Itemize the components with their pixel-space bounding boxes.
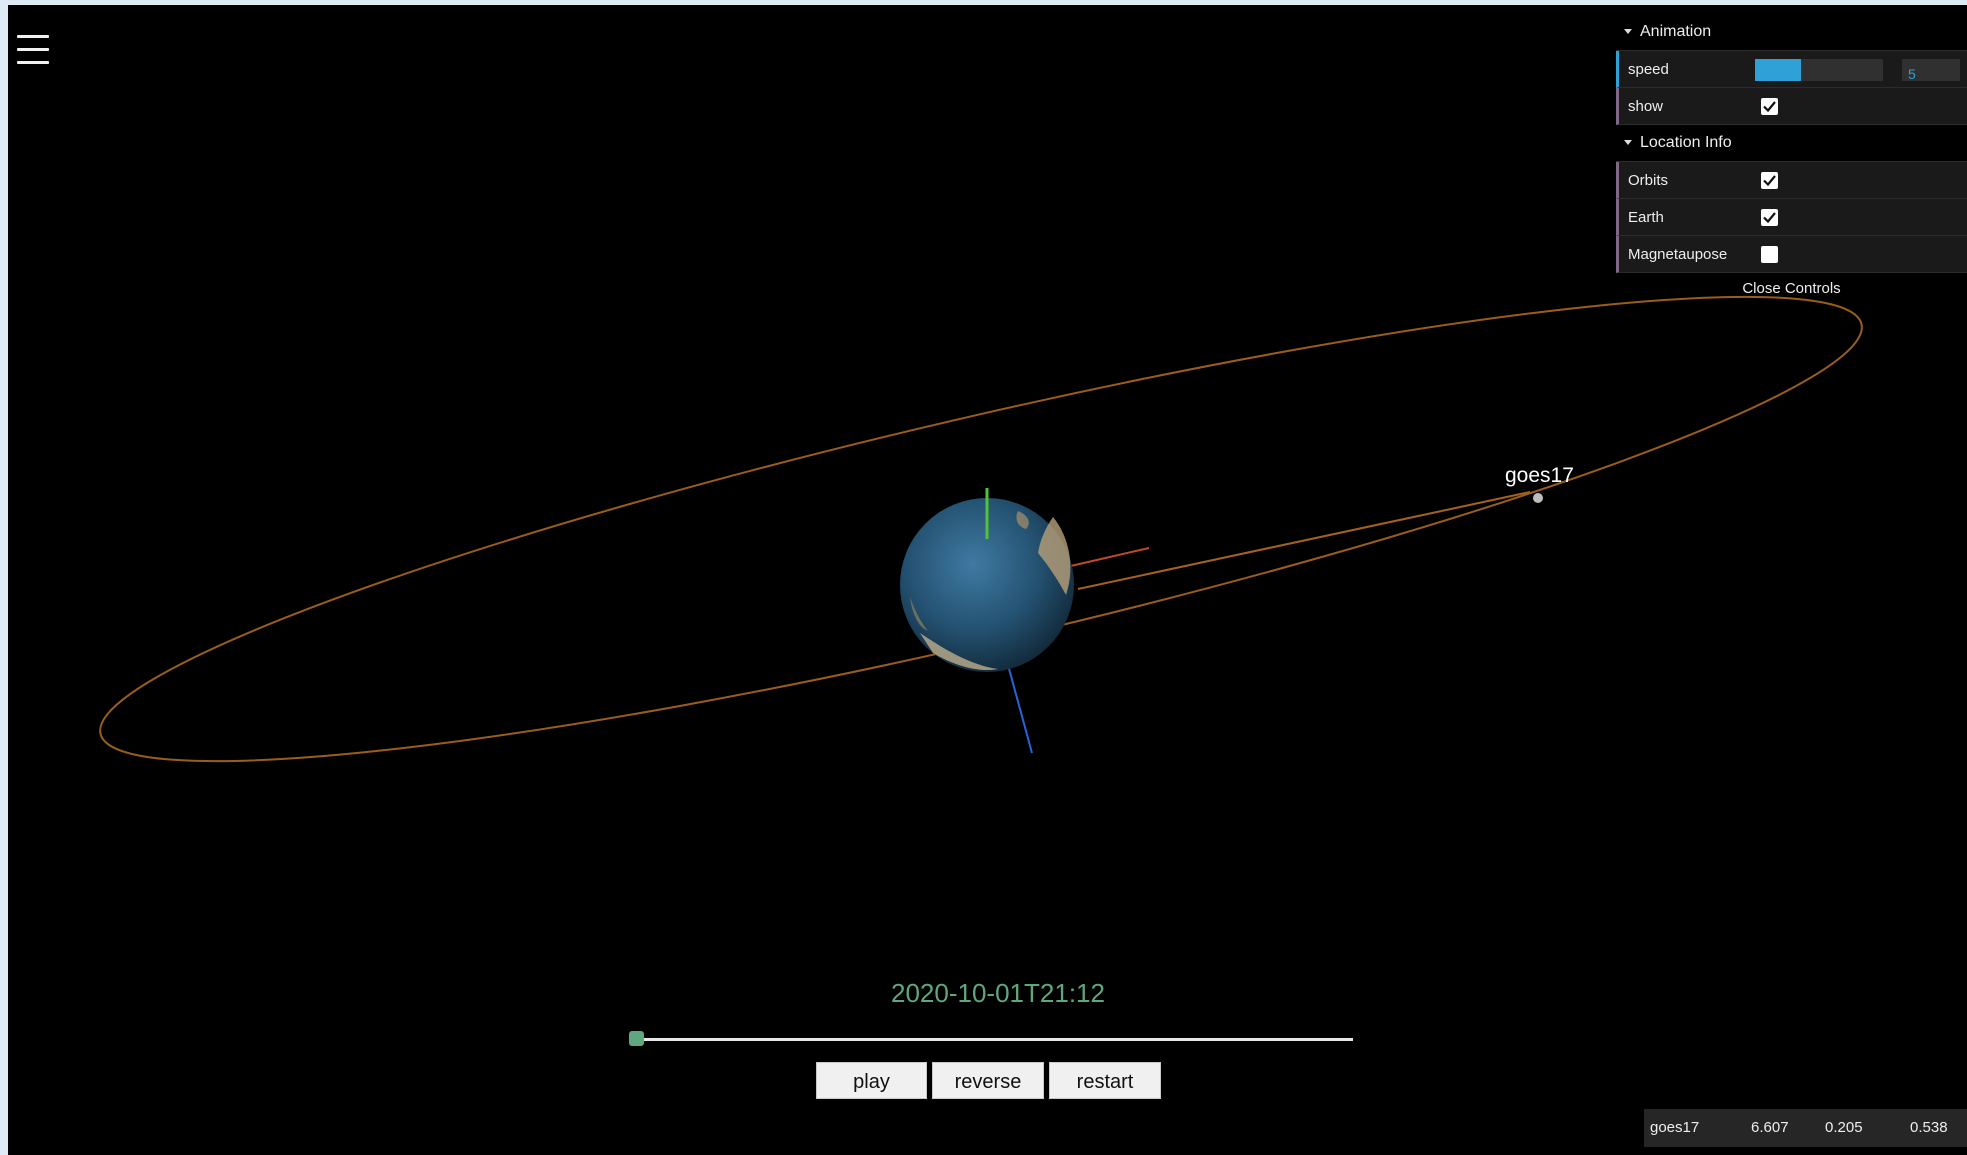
orbit-path-front: [1077, 491, 1531, 590]
animation-title-text: Animation: [1640, 23, 1712, 40]
orbits-checkbox[interactable]: [1761, 172, 1778, 189]
play-button[interactable]: play: [816, 1062, 927, 1099]
show-row: show: [1616, 88, 1967, 125]
location-folder-title[interactable]: Location Info: [1616, 125, 1967, 162]
scene-viewport[interactable]: goes17 Animation speed 5 show Location I…: [8, 5, 1967, 1155]
timeline-slider[interactable]: [638, 1038, 1353, 1041]
hamburger-menu-icon[interactable]: [16, 32, 50, 68]
speed-label: speed: [1628, 61, 1669, 78]
earth-row: Earth: [1616, 199, 1967, 236]
speed-slider[interactable]: [1755, 59, 1883, 81]
info-value-2: 0.205: [1825, 1119, 1863, 1136]
location-title-text: Location Info: [1640, 134, 1732, 151]
show-label: show: [1628, 98, 1664, 115]
magnetopause-label: Magnetaupose: [1628, 246, 1728, 263]
speed-row: speed 5: [1616, 51, 1967, 88]
caret-down-icon: [1624, 140, 1632, 146]
restart-button[interactable]: restart: [1049, 1062, 1161, 1099]
info-value-1: 6.607: [1751, 1119, 1789, 1136]
orbits-row: Orbits: [1616, 162, 1967, 199]
earth-checkbox[interactable]: [1761, 209, 1778, 226]
earth-label: Earth: [1628, 209, 1664, 226]
info-name: goes17: [1650, 1119, 1700, 1136]
satellite-marker[interactable]: [1533, 493, 1543, 503]
z-axis-line: [1007, 664, 1033, 754]
caret-down-icon: [1624, 29, 1632, 35]
controls-panel: Animation speed 5 show Location Info Orb…: [1616, 14, 1967, 305]
speed-input[interactable]: 5: [1902, 59, 1960, 82]
satellite-label: goes17: [1505, 464, 1574, 487]
magnetopause-row: Magnetaupose: [1616, 236, 1967, 273]
reverse-button[interactable]: reverse: [932, 1062, 1044, 1099]
satellite-info-table: goes17 6.607 0.205 0.538: [1644, 1109, 1967, 1147]
show-checkbox[interactable]: [1761, 98, 1778, 115]
animation-folder-title[interactable]: Animation: [1616, 14, 1967, 51]
timeline-handle[interactable]: [629, 1031, 644, 1046]
timestamp-display: 2020-10-01T21:12: [891, 978, 1105, 1008]
speed-slider-fill: [1755, 59, 1802, 81]
orbits-label: Orbits: [1628, 172, 1669, 189]
info-value-3: 0.538: [1910, 1119, 1948, 1136]
close-controls-button[interactable]: Close Controls: [1616, 273, 1967, 305]
magnetopause-checkbox[interactable]: [1761, 246, 1778, 263]
